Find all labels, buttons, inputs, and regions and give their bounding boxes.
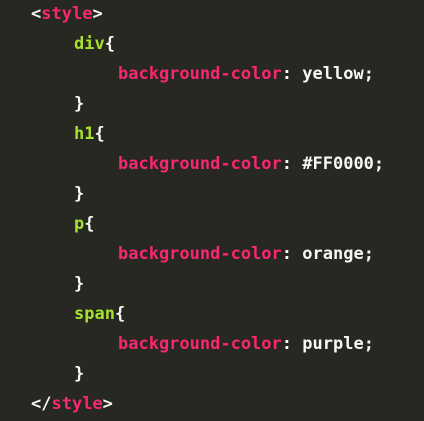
- closing-brace: }: [74, 274, 85, 294]
- value: purple: [302, 334, 364, 354]
- tag-name: style: [41, 4, 93, 24]
- declaration-line: background-color: #FF0000;: [118, 154, 385, 174]
- selector-line: span{: [74, 304, 126, 324]
- selector-line: p{: [74, 214, 95, 234]
- declaration-line: background-color: yellow;: [118, 64, 374, 84]
- property: background-color: [118, 154, 282, 174]
- selector: div: [74, 34, 105, 54]
- selector-line: h1{: [74, 124, 105, 144]
- value: yellow: [302, 64, 364, 84]
- value: #FF0000: [302, 154, 374, 174]
- selector: span: [74, 304, 115, 324]
- closing-brace: }: [74, 364, 85, 384]
- property: background-color: [118, 244, 282, 264]
- style-open-tag: <style>: [31, 4, 103, 24]
- property: background-color: [118, 334, 282, 354]
- property: background-color: [118, 64, 282, 84]
- tag-name: style: [51, 394, 103, 414]
- selector: h1: [74, 124, 95, 144]
- declaration-line: background-color: orange;: [118, 244, 374, 264]
- selector: p: [74, 214, 85, 234]
- closing-brace: }: [74, 184, 85, 204]
- selector-line: div{: [74, 34, 115, 54]
- style-close-tag: </style>: [31, 394, 113, 414]
- value: orange: [302, 244, 364, 264]
- closing-brace: }: [74, 94, 85, 114]
- code-editor: <style> div{ background-color: yellow; }…: [0, 0, 424, 421]
- declaration-line: background-color: purple;: [118, 334, 374, 354]
